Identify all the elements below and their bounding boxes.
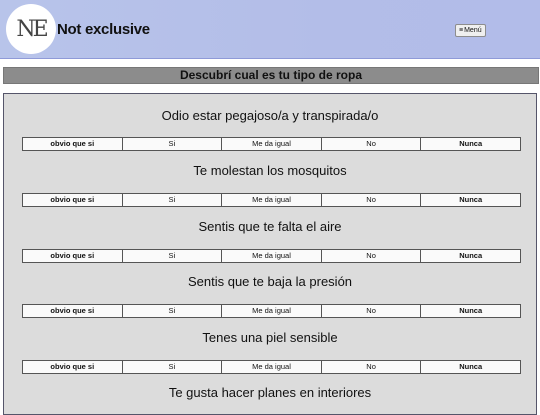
answer-options: obvio que si Si Me da igual No Nunca <box>22 249 521 263</box>
site-header: NE Not exclusive ≡ Menú <box>0 0 540 59</box>
option-si[interactable]: Si <box>121 305 222 317</box>
brand-name[interactable]: Not exclusive <box>57 21 150 38</box>
option-no[interactable]: No <box>320 361 421 373</box>
question-text: Odio estar pegajoso/a y transpirada/o <box>161 108 379 123</box>
quiz-title: Descubrí cual es tu tipo de ropa <box>3 67 539 84</box>
option-me-da-igual[interactable]: Me da igual <box>221 305 321 317</box>
hamburger-icon: ≡ <box>459 27 464 34</box>
option-me-da-igual[interactable]: Me da igual <box>221 250 321 262</box>
menu-label: Menú <box>464 27 482 34</box>
option-si[interactable]: Si <box>121 361 222 373</box>
option-me-da-igual[interactable]: Me da igual <box>221 194 321 206</box>
option-nunca[interactable]: Nunca <box>420 361 520 373</box>
question-text: Tenes una piel sensible <box>202 330 338 345</box>
question-text: Te gusta hacer planes en interiores <box>168 385 372 400</box>
option-nunca[interactable]: Nunca <box>420 305 520 317</box>
option-nunca[interactable]: Nunca <box>420 250 520 262</box>
option-obvio-que-si[interactable]: obvio que si <box>23 305 122 317</box>
option-obvio-que-si[interactable]: obvio que si <box>23 138 122 150</box>
option-obvio-que-si[interactable]: obvio que si <box>23 361 122 373</box>
option-nunca[interactable]: Nunca <box>420 138 520 150</box>
option-si[interactable]: Si <box>121 194 222 206</box>
option-no[interactable]: No <box>320 138 421 150</box>
logo[interactable]: NE <box>6 4 56 54</box>
menu-button[interactable]: ≡ Menú <box>455 24 486 37</box>
option-no[interactable]: No <box>320 250 421 262</box>
option-me-da-igual[interactable]: Me da igual <box>221 138 321 150</box>
option-obvio-que-si[interactable]: obvio que si <box>23 194 122 206</box>
option-si[interactable]: Si <box>121 138 222 150</box>
option-no[interactable]: No <box>320 194 421 206</box>
option-nunca[interactable]: Nunca <box>420 194 520 206</box>
answer-options: obvio que si Si Me da igual No Nunca <box>22 360 521 374</box>
option-me-da-igual[interactable]: Me da igual <box>221 361 321 373</box>
option-si[interactable]: Si <box>121 250 222 262</box>
answer-options: obvio que si Si Me da igual No Nunca <box>22 193 521 207</box>
option-obvio-que-si[interactable]: obvio que si <box>23 250 122 262</box>
quiz-container: Odio estar pegajoso/a y transpirada/o ob… <box>3 93 537 415</box>
logo-text: NE <box>16 16 48 42</box>
answer-options: obvio que si Si Me da igual No Nunca <box>22 137 521 151</box>
question-text: Sentis que te baja la presión <box>187 274 353 289</box>
option-no[interactable]: No <box>320 305 421 317</box>
answer-options: obvio que si Si Me da igual No Nunca <box>22 304 521 318</box>
question-text: Sentis que te falta el aire <box>198 219 342 234</box>
question-text: Te molestan los mosquitos <box>193 163 347 178</box>
